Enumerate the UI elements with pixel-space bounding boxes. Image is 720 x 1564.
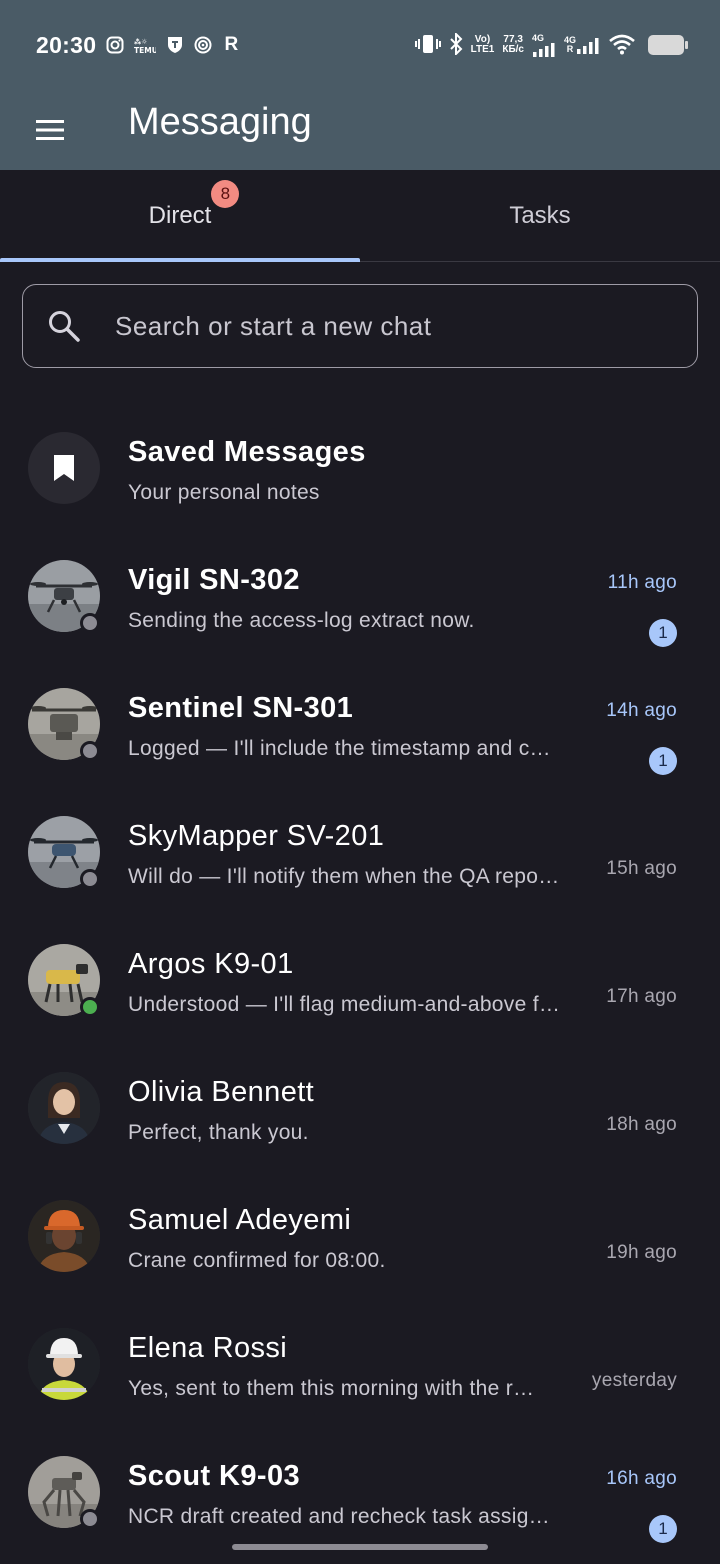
- status-bar: 20:30 ⁂☼ TEMU R Vo) LTE1 77,3 КБ/с 4G 4G…: [0, 0, 720, 90]
- chat-time: 14h ago: [606, 700, 677, 721]
- chat-name: Scout K9-03: [128, 1460, 300, 1492]
- chat-item[interactable]: SkyMapper SV-201 Will do — I'll notify t…: [0, 782, 720, 910]
- menu-icon: [36, 120, 64, 140]
- tab-tasks[interactable]: Tasks: [360, 170, 720, 262]
- chat-preview: NCR draft created and recheck task assig…: [128, 1505, 550, 1528]
- signal-2-sub: R: [566, 44, 574, 54]
- chat-time: 15h ago: [606, 858, 677, 879]
- volte-indicator: Vo) LTE1: [470, 34, 495, 56]
- chat-time: 19h ago: [606, 1242, 677, 1263]
- status-indicator: [80, 1509, 100, 1529]
- svg-text:⁂☼: ⁂☼: [134, 37, 147, 46]
- search-placeholder: Search or start a new chat: [115, 311, 432, 341]
- svg-text:TEMU: TEMU: [134, 46, 156, 54]
- chat-name: SkyMapper SV-201: [128, 820, 385, 852]
- chat-time: yesterday: [591, 1370, 677, 1391]
- temu-icon: ⁂☼ TEMU: [134, 36, 156, 54]
- signal-icon-2: 4G R: [564, 35, 600, 55]
- app-bar: Messaging: [0, 90, 720, 170]
- chat-name: Sentinel SN-301: [128, 692, 354, 724]
- unread-badge: 1: [649, 1515, 677, 1543]
- chat-time: 11h ago: [607, 572, 677, 593]
- tab-direct-label: Direct: [148, 202, 212, 229]
- system-icons: Vo) LTE1 77,3 КБ/с 4G 4G R: [414, 31, 688, 58]
- shield-icon: [166, 36, 184, 54]
- tab-direct-wrap: Direct 8: [148, 180, 240, 230]
- chat-item[interactable]: Olivia Bennett Perfect, thank you. 18h a…: [0, 1038, 720, 1166]
- search-input[interactable]: Search or start a new chat: [22, 284, 698, 368]
- network-speed: 77,3 КБ/с: [502, 34, 524, 56]
- chat-preview: Yes, sent to them this morning with the …: [128, 1377, 535, 1400]
- status-indicator: [80, 869, 100, 889]
- saved-title: Saved Messages: [128, 436, 366, 468]
- chat-name: Argos K9-01: [128, 948, 294, 980]
- notification-icons: ⁂☼ TEMU R: [106, 34, 240, 56]
- signal-icon-1: 4G: [531, 32, 556, 57]
- signal-1-label: 4G: [531, 32, 544, 43]
- chat-preview: Perfect, thank you.: [128, 1121, 309, 1144]
- chat-item[interactable]: Samuel Adeyemi Crane confirmed for 08:00…: [0, 1166, 720, 1294]
- chat-item[interactable]: Vigil SN-302 Sending the access-log extr…: [0, 526, 720, 654]
- status-indicator: [80, 613, 100, 633]
- chat-item[interactable]: Argos K9-01 Understood — I'll flag mediu…: [0, 910, 720, 1038]
- avatar: [28, 1328, 100, 1400]
- chat-preview: Crane confirmed for 08:00.: [128, 1249, 386, 1272]
- menu-button[interactable]: [30, 112, 70, 148]
- tab-tasks-label: Tasks: [509, 202, 571, 229]
- search-icon: [49, 311, 80, 342]
- chat-name: Samuel Adeyemi: [128, 1204, 352, 1236]
- saved-messages-item[interactable]: Saved Messages Your personal notes: [0, 398, 720, 526]
- target-icon: [194, 36, 212, 54]
- chat-name: Elena Rossi: [128, 1332, 288, 1364]
- chat-item[interactable]: Scout K9-03 NCR draft created and rechec…: [0, 1422, 720, 1550]
- unread-badge: 1: [649, 747, 677, 775]
- saved-avatar: [28, 432, 100, 504]
- chat-name: Olivia Bennett: [128, 1076, 315, 1108]
- page-title: Messaging: [128, 101, 312, 143]
- chat-preview: Will do — I'll notify them when the QA r…: [128, 865, 560, 888]
- bluetooth-icon: [449, 31, 463, 58]
- chat-name: Vigil SN-302: [128, 564, 300, 596]
- wifi-icon: [608, 33, 636, 58]
- tab-direct-badge: 8: [211, 180, 240, 208]
- chat-time: 16h ago: [606, 1468, 677, 1489]
- battery-icon: [648, 35, 688, 55]
- status-indicator: [80, 997, 100, 1017]
- volte-line2: LTE1: [470, 44, 495, 55]
- chat-preview: Logged — I'll include the timestamp and …: [128, 737, 551, 760]
- chat-item[interactable]: Sentinel SN-301 Logged — I'll include th…: [0, 654, 720, 782]
- tab-bar: Direct 8 Tasks: [0, 170, 720, 262]
- vibrate-icon: [414, 33, 441, 58]
- unread-badge: 1: [649, 619, 677, 647]
- bookmark-icon: [54, 455, 74, 481]
- chat-time: 17h ago: [606, 986, 677, 1007]
- chat-item[interactable]: Elena Rossi Yes, sent to them this morni…: [0, 1294, 720, 1422]
- chat-preview: Understood — I'll flag medium-and-above …: [128, 993, 561, 1016]
- tab-direct[interactable]: Direct 8: [0, 170, 360, 262]
- chat-time: 18h ago: [606, 1114, 677, 1135]
- r-icon: R: [224, 34, 239, 55]
- status-indicator: [80, 741, 100, 761]
- avatar: [28, 1072, 100, 1144]
- instagram-icon: [106, 36, 124, 54]
- saved-subtitle: Your personal notes: [128, 481, 320, 504]
- status-time: 20:30: [36, 31, 97, 58]
- network-speed-unit: КБ/с: [502, 44, 524, 55]
- chat-preview: Sending the access-log extract now.: [128, 609, 475, 632]
- avatar: [28, 1200, 100, 1272]
- tab-indicator: [0, 258, 360, 262]
- home-indicator[interactable]: [232, 1544, 488, 1550]
